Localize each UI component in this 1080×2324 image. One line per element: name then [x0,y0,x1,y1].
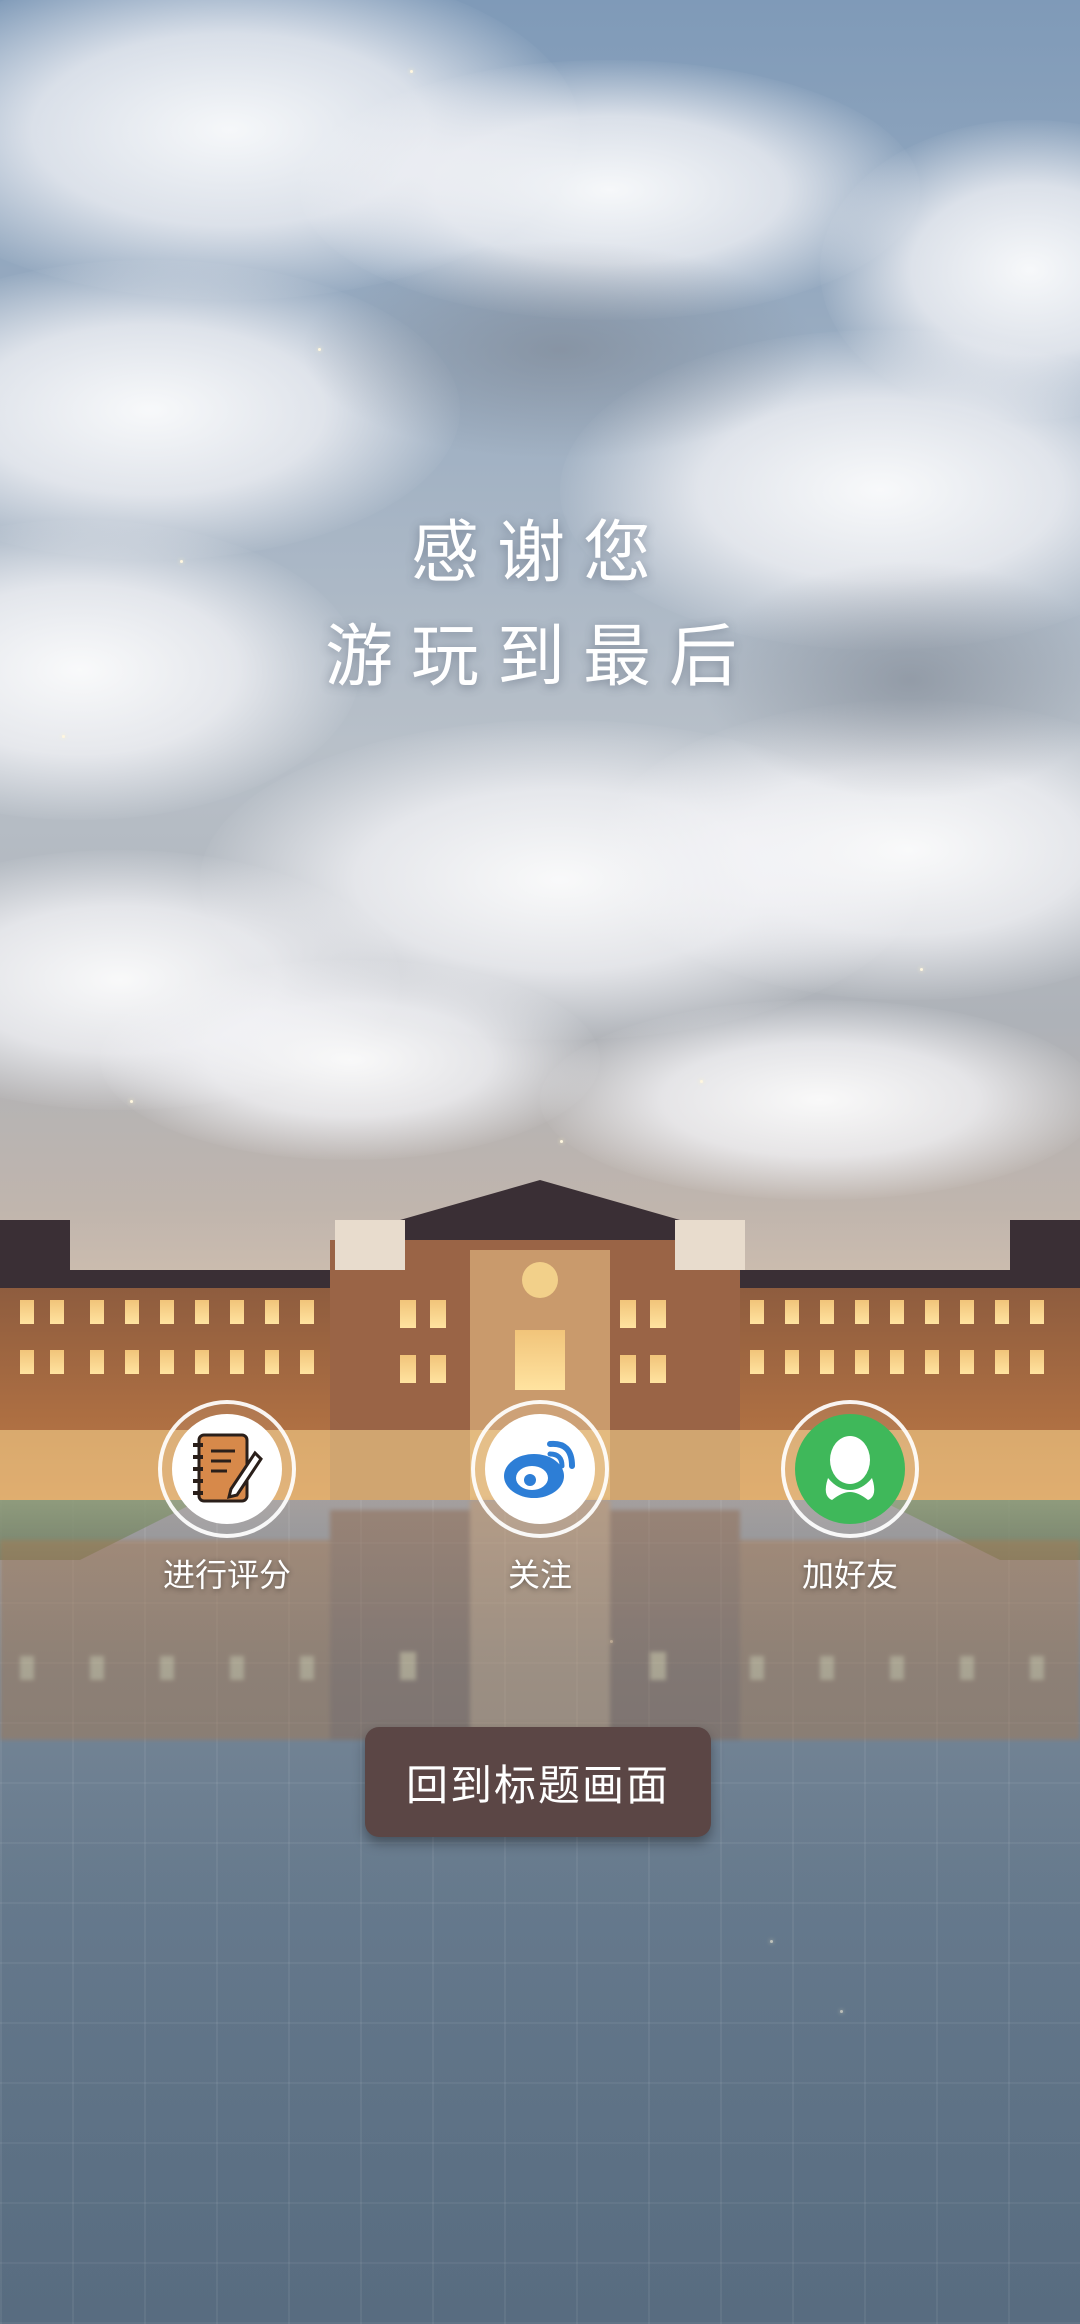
follow-button-ring[interactable] [471,1400,609,1538]
thanks-line-1: 感谢您 [410,514,669,593]
notebook-pencil-icon [172,1414,282,1524]
add-friend-label: 加好友 [801,1556,898,1594]
add-friend-button[interactable]: 加好友 [775,1400,925,1596]
return-to-title-button[interactable]: 回到标题画面 [365,1727,711,1837]
follow-button[interactable]: 关注 [465,1400,615,1596]
ending-screen: 感谢您 游玩到最后 进行评分 关注 加好友 回到标题画面 [0,0,1080,2324]
qq-penguin-icon [795,1414,905,1524]
rate-button-ring[interactable] [158,1400,296,1538]
follow-label: 关注 [507,1556,572,1594]
rate-label: 进行评分 [162,1556,291,1594]
weibo-icon [485,1414,595,1524]
thanks-line-2: 游玩到最后 [324,618,755,697]
add-friend-button-ring[interactable] [781,1400,919,1538]
rate-button[interactable]: 进行评分 [152,1400,302,1596]
